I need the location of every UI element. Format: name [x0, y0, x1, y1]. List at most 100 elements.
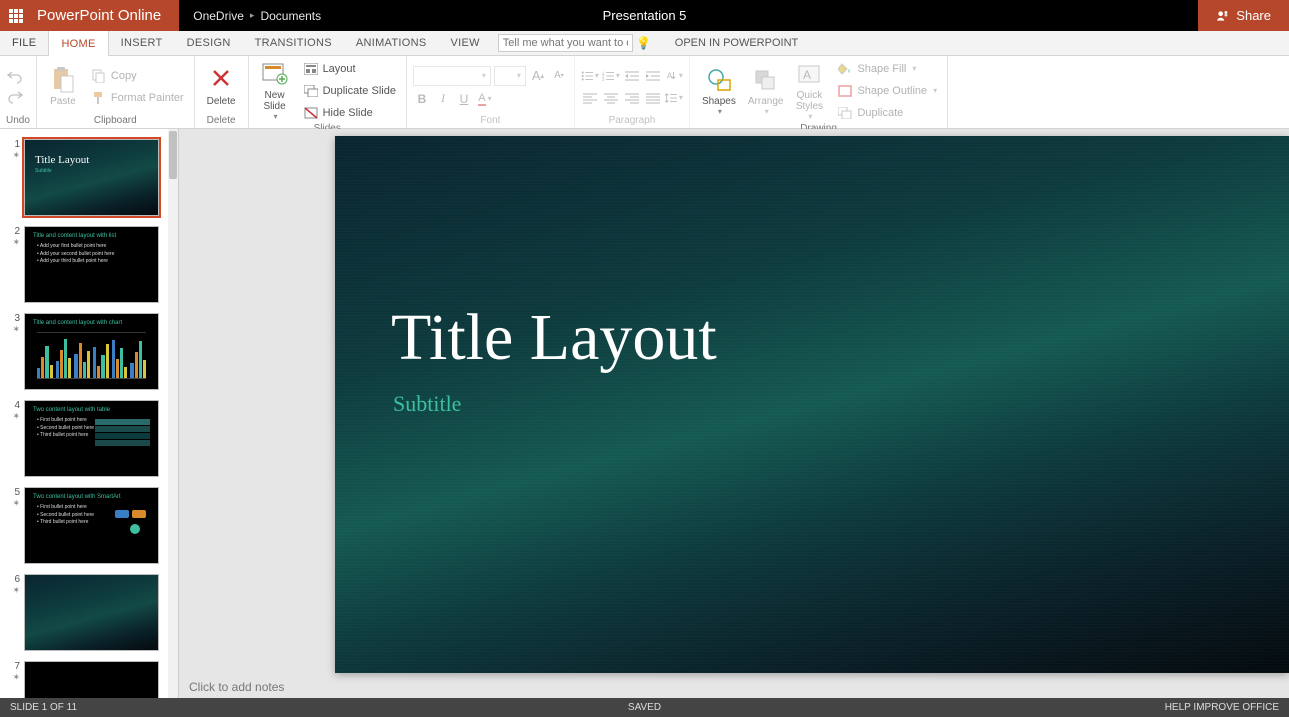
duplicate-icon	[837, 105, 853, 121]
italic-button[interactable]: I	[434, 90, 452, 108]
font-family-select[interactable]: ▾	[413, 66, 491, 86]
thumb-wrap-4: 4✶Two content layout with table• First b…	[0, 390, 178, 477]
format-painter-button[interactable]: Format Painter	[87, 88, 188, 108]
align-right-button[interactable]	[623, 89, 641, 107]
thumb-wrap-7: 7✶	[0, 651, 178, 698]
group-label-paragraph: Paragraph	[581, 115, 683, 128]
new-slide-label: New Slide	[263, 90, 285, 112]
slide-thumbnail-1[interactable]: Title LayoutSubtitle	[24, 139, 159, 216]
paste-button[interactable]: Paste	[43, 64, 83, 109]
text-direction-button[interactable]: A	[665, 67, 683, 85]
tab-view[interactable]: VIEW	[438, 31, 491, 55]
ribbon: Undo Paste Copy Format Painter Clipboard…	[0, 56, 1289, 129]
font-color-button[interactable]: A	[476, 90, 494, 108]
duplicate-slide-button[interactable]: Duplicate Slide	[299, 81, 400, 101]
tab-insert[interactable]: INSERT	[109, 31, 175, 55]
increase-indent-button[interactable]	[644, 67, 662, 85]
group-paragraph: 123 A Paragraph	[575, 56, 690, 128]
thumbnails-scrollbar[interactable]	[168, 129, 178, 698]
breadcrumb-onedrive[interactable]: OneDrive	[193, 9, 244, 23]
tab-home[interactable]: HOME	[48, 31, 108, 56]
grow-font-button[interactable]: A▴	[529, 67, 547, 85]
font-size-select[interactable]: ▾	[494, 66, 526, 86]
status-help-improve[interactable]: HELP IMPROVE OFFICE	[1165, 702, 1279, 713]
app-launcher-button[interactable]	[0, 0, 31, 31]
undo-button[interactable]	[6, 68, 24, 86]
slide-title-text[interactable]: Title Layout	[391, 300, 717, 376]
waffle-icon	[9, 9, 23, 23]
delete-icon	[207, 66, 235, 94]
slide-thumbnail-3[interactable]: Title and content layout with chart	[24, 313, 159, 390]
layout-label: Layout	[323, 63, 356, 75]
share-button[interactable]: Share	[1198, 0, 1289, 31]
thumb-number: 3✶	[4, 313, 24, 390]
decrease-indent-button[interactable]	[623, 67, 641, 85]
quick-styles-button[interactable]: A Quick Styles	[789, 58, 829, 123]
animation-star-icon: ✶	[12, 324, 20, 334]
animation-star-icon: ✶	[12, 672, 20, 682]
bullets-button[interactable]	[581, 67, 599, 85]
line-spacing-button[interactable]	[665, 89, 683, 107]
svg-text:A: A	[803, 68, 811, 82]
format-painter-icon	[91, 90, 107, 106]
thumb-wrap-2: 2✶Title and content layout with list• Ad…	[0, 216, 178, 303]
document-title[interactable]: Presentation 5	[603, 8, 687, 23]
slide-thumbnail-7[interactable]	[24, 661, 159, 698]
group-clipboard: Paste Copy Format Painter Clipboard	[37, 56, 195, 128]
hide-slide-button[interactable]: Hide Slide	[299, 103, 400, 123]
animation-star-icon: ✶	[12, 498, 20, 508]
shapes-label: Shapes	[702, 96, 736, 107]
duplicate-label: Duplicate	[857, 107, 903, 119]
layout-button[interactable]: Layout	[299, 59, 400, 79]
align-center-button[interactable]	[602, 89, 620, 107]
group-label-delete: Delete	[201, 115, 242, 128]
bold-button[interactable]: B	[413, 90, 431, 108]
arrange-button[interactable]: Arrange	[742, 64, 790, 118]
thumb-number: 7✶	[4, 661, 24, 698]
copy-icon	[91, 68, 107, 84]
tab-file[interactable]: FILE	[0, 31, 48, 55]
slide-thumbnail-2[interactable]: Title and content layout with list• Add …	[24, 226, 159, 303]
shape-fill-icon	[837, 61, 853, 77]
slide-thumbnails-panel: 1✶Title LayoutSubtitle2✶Title and conten…	[0, 129, 179, 698]
shapes-button[interactable]: Shapes	[696, 64, 742, 118]
group-delete: Delete Delete	[195, 56, 249, 128]
delete-button[interactable]: Delete	[201, 64, 242, 109]
copy-button[interactable]: Copy	[87, 66, 188, 86]
slide-thumbnail-4[interactable]: Two content layout with table• First bul…	[24, 400, 159, 477]
quick-styles-icon: A	[795, 60, 823, 88]
slide-subtitle-text[interactable]: Subtitle	[393, 391, 461, 417]
status-saved: SAVED	[628, 702, 661, 713]
group-label-clipboard: Clipboard	[43, 115, 188, 128]
numbering-button[interactable]: 123	[602, 67, 620, 85]
open-in-powerpoint-button[interactable]: OPEN IN POWERPOINT	[661, 31, 812, 55]
slide-thumbnail-5[interactable]: Two content layout with SmartArt• First …	[24, 487, 159, 564]
breadcrumb-documents[interactable]: Documents	[260, 9, 321, 23]
notes-placeholder[interactable]: Click to add notes	[189, 680, 284, 694]
shape-outline-label: Shape Outline	[857, 85, 927, 97]
tab-transitions[interactable]: TRANSITIONS	[243, 31, 344, 55]
shape-outline-icon	[837, 83, 853, 99]
title-bar: PowerPoint Online OneDrive ▸ Documents P…	[0, 0, 1289, 31]
justify-button[interactable]	[644, 89, 662, 107]
tab-animations[interactable]: ANIMATIONS	[344, 31, 439, 55]
copy-label: Copy	[111, 70, 137, 82]
redo-button[interactable]	[6, 88, 24, 106]
slide-canvas[interactable]: Title Layout Subtitle	[335, 136, 1289, 673]
tab-design[interactable]: DESIGN	[175, 31, 243, 55]
underline-button[interactable]: U	[455, 90, 473, 108]
slide-thumbnail-6[interactable]	[24, 574, 159, 651]
new-slide-icon	[261, 60, 289, 88]
scrollbar-handle[interactable]	[169, 131, 177, 179]
format-painter-label: Format Painter	[111, 92, 184, 104]
thumb-number: 2✶	[4, 226, 24, 303]
breadcrumb: OneDrive ▸ Documents	[179, 9, 321, 23]
animation-star-icon: ✶	[12, 237, 20, 247]
align-left-button[interactable]	[581, 89, 599, 107]
tell-me-input[interactable]	[498, 34, 633, 52]
duplicate-shape-button[interactable]: Duplicate	[833, 103, 941, 123]
new-slide-button[interactable]: New Slide	[255, 58, 295, 123]
shrink-font-button[interactable]: A▾	[550, 67, 568, 85]
shape-fill-button[interactable]: Shape Fill	[833, 59, 941, 79]
shape-outline-button[interactable]: Shape Outline	[833, 81, 941, 101]
